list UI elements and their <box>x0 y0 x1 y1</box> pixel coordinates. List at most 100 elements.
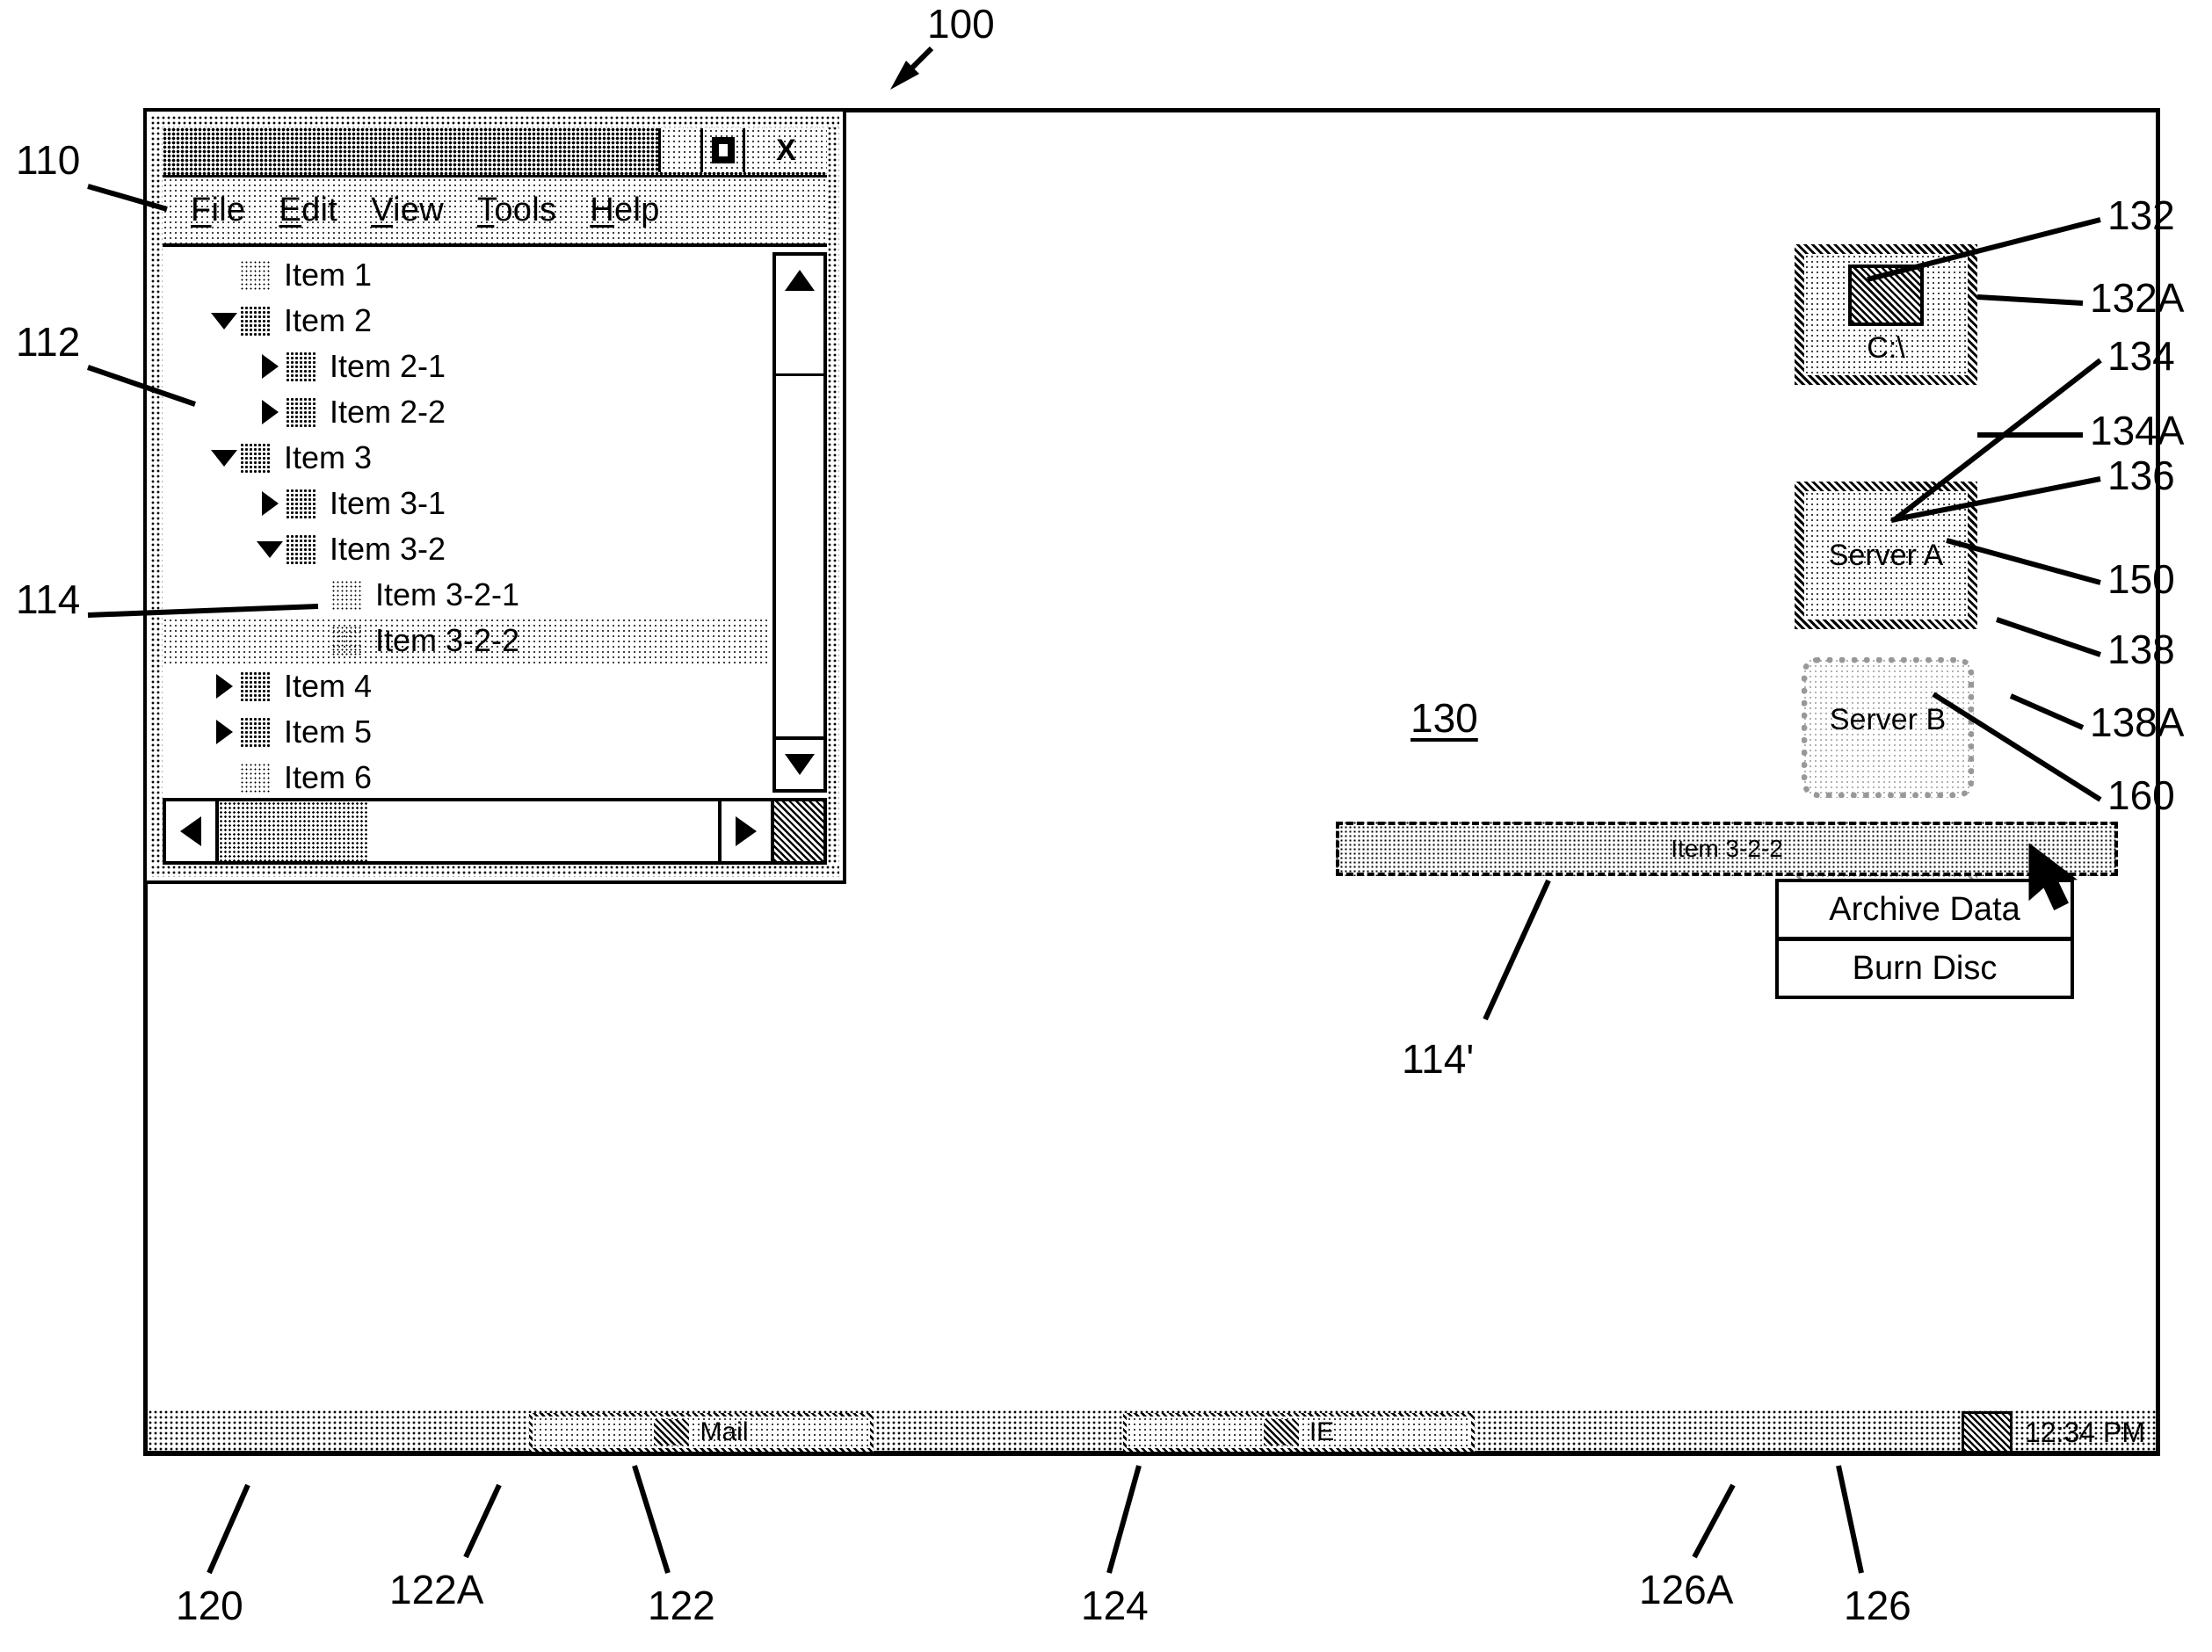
horizontal-scrollbar[interactable] <box>163 798 827 865</box>
scroll-right-button[interactable] <box>718 801 771 861</box>
triangle-down-icon <box>211 312 237 330</box>
tree-item-item-3-2-1[interactable]: Item 3-2-1 <box>163 572 767 618</box>
tree-twisty-placeholder <box>208 259 240 291</box>
triangle-down-icon <box>211 449 237 467</box>
menu-accel-help: H <box>590 192 615 228</box>
horizontal-scroll-thumb[interactable] <box>219 801 368 861</box>
ref-taskbar: 120 <box>176 1583 243 1628</box>
ref-task-mail: 122 <box>648 1583 715 1628</box>
mouse-cursor-icon <box>2028 844 2078 911</box>
tree-item-item-3-2-2[interactable]: Item 3-2-2 <box>163 618 767 663</box>
tree-item-label: Item 5 <box>284 714 373 750</box>
tree-item-item-2[interactable]: Item 2 <box>163 298 767 344</box>
tree-twisty-placeholder <box>300 579 331 611</box>
ref-tree-pane: 112 <box>16 319 81 365</box>
window-title-bar[interactable]: X <box>163 127 827 175</box>
scroll-down-button[interactable] <box>776 736 823 789</box>
document-icon <box>331 580 363 610</box>
menu-accel-view: V <box>371 192 394 228</box>
menu-rest-file: ile <box>211 192 246 228</box>
context-menu-item-burn-disc[interactable]: Burn Disc <box>1779 937 2071 996</box>
tree-item-label: Item 3 <box>284 439 373 475</box>
minimize-button[interactable] <box>658 128 700 172</box>
window-border-bottom <box>150 865 839 877</box>
scroll-up-button[interactable] <box>776 256 823 308</box>
taskbar-button-mail[interactable]: Mail <box>529 1413 874 1452</box>
menu-bar[interactable]: File Edit View Tools Help <box>163 175 827 243</box>
ref-drag-ghost: 114' <box>1402 1036 1475 1082</box>
document-icon <box>240 260 272 290</box>
close-button[interactable]: X <box>743 128 827 172</box>
menu-item-help[interactable]: Help <box>590 192 659 229</box>
context-menu-item-archive-data[interactable]: Archive Data <box>1779 882 2071 937</box>
maximize-icon <box>711 137 735 163</box>
system-tray[interactable]: 12:34 PM <box>1962 1411 2145 1453</box>
context-menu-item-burn-disc-label: Burn Disc <box>1852 949 1998 987</box>
tree-item-label: Item 3-2 <box>330 531 446 567</box>
vertical-scroll-thumb[interactable] <box>776 305 823 376</box>
desktop-icon-server-a[interactable]: Server A <box>1795 482 1977 629</box>
tree-view[interactable]: Item 1 Item 2 Item 2-1 Item 2-2 Item 3 Item 3… <box>163 252 767 793</box>
folder-icon <box>240 443 272 473</box>
tree-item-item-1[interactable]: Item 1 <box>163 252 767 298</box>
ref-server-a: 134 <box>2107 333 2175 379</box>
taskbar-clock[interactable]: 12:34 PM <box>2025 1417 2145 1449</box>
drive-icon[interactable]: C:\ <box>1795 244 1977 385</box>
collapse-triangle-icon[interactable] <box>208 305 240 337</box>
expand-triangle-icon[interactable] <box>208 670 240 702</box>
tree-item-item-2-2[interactable]: Item 2-2 <box>163 389 767 435</box>
tree-item-item-6[interactable]: Item 6 <box>163 755 767 793</box>
expand-triangle-icon[interactable] <box>208 716 240 748</box>
server-a-icon[interactable]: Server A <box>1795 482 1977 629</box>
folder-icon <box>240 306 272 336</box>
mail-icon <box>654 1419 690 1446</box>
maximize-button[interactable] <box>700 128 743 172</box>
desktop-icon-drive[interactable]: C:\ <box>1795 244 1977 385</box>
window-border-top <box>150 115 839 127</box>
taskbar-button-mail-label: Mail <box>700 1417 749 1446</box>
menu-item-edit[interactable]: Edit <box>279 192 337 229</box>
document-icon <box>331 626 363 656</box>
vertical-scrollbar[interactable] <box>772 252 827 793</box>
ref-cursor: 150 <box>2107 556 2175 602</box>
collapse-triangle-icon[interactable] <box>208 442 240 474</box>
tree-item-item-3-1[interactable]: Item 3-1 <box>163 481 767 526</box>
horizontal-scroll-track[interactable] <box>368 801 718 861</box>
scroll-left-button[interactable] <box>166 801 219 861</box>
menu-item-file[interactable]: File <box>191 192 245 229</box>
menu-accel-tools: T <box>477 192 495 228</box>
tree-item-label: Item 3-1 <box>330 485 446 521</box>
tree-item-item-3-2[interactable]: Item 3-2 <box>163 526 767 572</box>
document-icon <box>240 763 272 793</box>
menu-item-tools[interactable]: Tools <box>477 192 556 229</box>
collapse-triangle-icon[interactable] <box>254 533 286 565</box>
drive-glyph-icon <box>1848 264 1924 326</box>
network-icon[interactable] <box>1962 1411 2013 1453</box>
folder-icon <box>240 717 272 747</box>
tree-item-item-4[interactable]: Item 4 <box>163 663 767 709</box>
menu-item-view[interactable]: View <box>371 192 444 229</box>
menu-rest-edit: dit <box>301 192 338 228</box>
expand-triangle-icon[interactable] <box>254 488 286 519</box>
resize-grip[interactable] <box>771 801 823 861</box>
drag-ghost-bar[interactable]: Item 3-2-2 <box>1336 822 2118 876</box>
menu-rest-view: iew <box>393 192 445 228</box>
tree-item-label: Item 3-2-2 <box>375 622 520 658</box>
expand-triangle-icon[interactable] <box>254 396 286 428</box>
expand-triangle-icon[interactable] <box>254 351 286 382</box>
tree-item-label: Item 2-2 <box>330 394 446 430</box>
desktop-icon-server-b[interactable]: Server B <box>1802 657 1974 798</box>
taskbar[interactable]: Mail IE 12:34 PM <box>143 1409 2160 1456</box>
window-client-area: Item 1 Item 2 Item 2-1 Item 2-2 Item 3 Item 3… <box>163 243 827 865</box>
taskbar-button-ie[interactable]: IE <box>1123 1413 1475 1452</box>
triangle-right-icon <box>261 400 279 424</box>
tree-item-label: Item 1 <box>284 257 373 293</box>
drag-ghost-label: Item 3-2-2 <box>1671 835 1783 862</box>
application-window[interactable]: X File Edit View Tools Help Item 1 Item 2… <box>143 108 846 884</box>
tree-item-item-3[interactable]: Item 3 <box>163 435 767 481</box>
server-b-icon-label: Server B <box>1829 703 1947 736</box>
tree-item-item-2-1[interactable]: Item 2-1 <box>163 344 767 389</box>
tree-item-item-5[interactable]: Item 5 <box>163 709 767 755</box>
triangle-down-icon <box>257 540 283 558</box>
menu-rest-tools: ools <box>494 192 557 228</box>
